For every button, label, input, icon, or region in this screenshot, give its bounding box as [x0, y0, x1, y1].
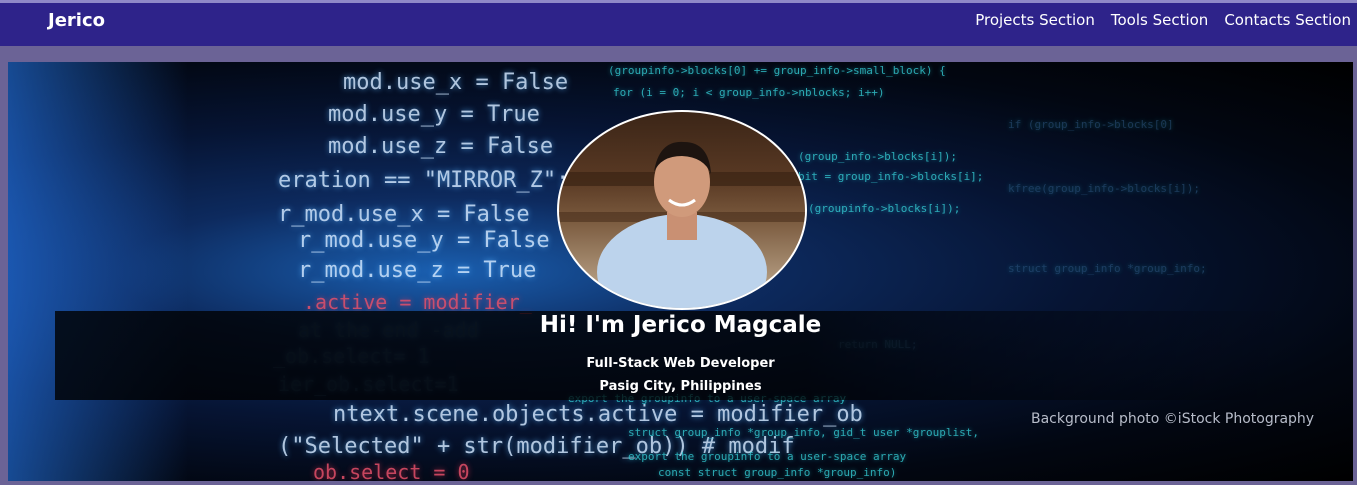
hero-banner: mod.use_x = False mod.use_y = True mod.u…: [8, 62, 1353, 481]
hero-role: Full-Stack Web Developer: [586, 356, 775, 371]
profile-photo: [557, 110, 807, 310]
photo-credit: Background photo ©iStock Photography: [1031, 411, 1315, 427]
nav-link-contacts[interactable]: Contacts Section: [1224, 11, 1351, 29]
nav-link-tools[interactable]: Tools Section: [1111, 11, 1208, 29]
nav-link-projects[interactable]: Projects Section: [975, 11, 1095, 29]
hero-title: Hi! I'm Jerico Magcale: [539, 312, 822, 338]
nav-links: Projects Section Tools Section Contacts …: [975, 11, 1351, 29]
navbar: Jerico Projects Section Tools Section Co…: [0, 0, 1357, 46]
hero-location: Pasig City, Philippines: [599, 379, 762, 394]
person-portrait: [559, 141, 805, 308]
brand-link[interactable]: Jerico: [48, 10, 105, 31]
